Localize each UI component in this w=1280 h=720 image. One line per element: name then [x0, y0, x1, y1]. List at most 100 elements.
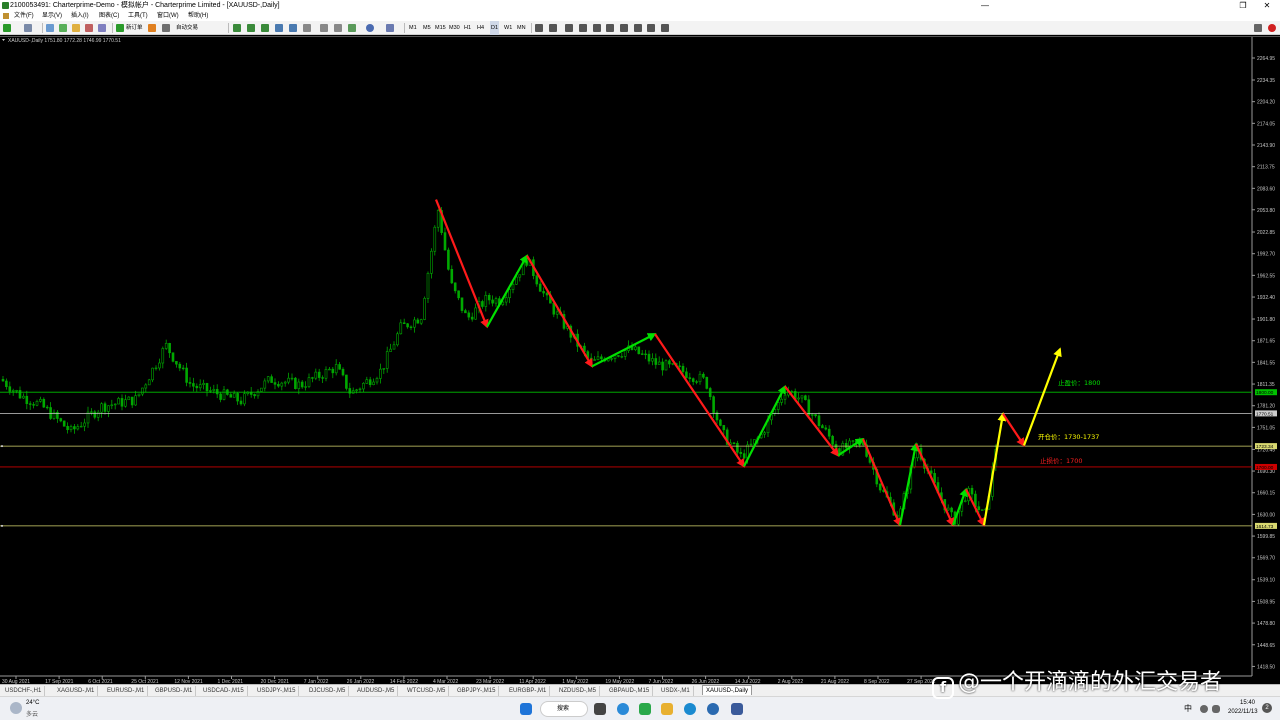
bar-chart-icon[interactable]	[233, 24, 241, 32]
chart-canvas[interactable]: XAUUSD-,Daily 1751.80 1772.28 1746.99 17…	[0, 36, 1280, 685]
auto-trading-button[interactable]: 自动交易	[176, 21, 198, 35]
trendline-icon[interactable]	[593, 24, 601, 32]
tester-icon[interactable]	[98, 24, 106, 32]
candle	[399, 319, 403, 335]
timeframe-w1[interactable]: W1	[504, 21, 512, 35]
volume-icon[interactable]	[1212, 705, 1220, 713]
candle	[120, 394, 124, 411]
zoom-in-icon[interactable]	[275, 24, 283, 32]
navigator-icon[interactable]	[72, 24, 80, 32]
restore-button[interactable]: ❐	[1234, 0, 1252, 11]
task-view-icon[interactable]	[594, 703, 606, 715]
close-button[interactable]: ✕	[1258, 0, 1276, 11]
clock-date[interactable]: 2022/11/13	[1228, 709, 1258, 715]
timeframe-h1[interactable]: H1	[464, 21, 471, 35]
tab-xauusd-daily[interactable]: XAUUSD-,Daily	[702, 685, 753, 695]
profiles-icon[interactable]	[24, 24, 32, 32]
new-chart-icon[interactable]	[3, 24, 11, 32]
timeframe-m15[interactable]: M15	[435, 21, 446, 35]
horizontal-line-icon[interactable]	[579, 24, 587, 32]
clock-time[interactable]: 15:40	[1240, 700, 1255, 706]
timeframe-m1[interactable]: M1	[409, 21, 417, 35]
candle	[304, 381, 307, 391]
timeframe-m5[interactable]: M5	[423, 21, 431, 35]
candle	[192, 377, 195, 392]
wave-arrow-down	[914, 443, 955, 527]
periods-icon[interactable]	[366, 24, 374, 32]
wechat-icon[interactable]	[639, 703, 651, 715]
tab-usdchf-h1[interactable]: USDCHF-,H1	[2, 686, 46, 696]
weather-temp[interactable]: 24°C	[26, 700, 39, 706]
autoscroll-icon[interactable]	[320, 24, 328, 32]
vertical-line-icon[interactable]	[565, 24, 573, 32]
tab-eurgbp-m1[interactable]: EURGBP-,M1	[506, 686, 551, 696]
autotrading-icon[interactable]	[162, 24, 170, 32]
explorer-icon[interactable]	[661, 703, 673, 715]
taskbar-search[interactable]: 搜索	[540, 701, 588, 717]
candle	[620, 352, 624, 359]
fibonacci-icon[interactable]	[620, 24, 628, 32]
tab-audusd-m5[interactable]: AUDUSD-,M5	[354, 686, 399, 696]
zoom-out-icon[interactable]	[289, 24, 297, 32]
cursor-icon[interactable]	[535, 24, 543, 32]
metatrader-icon[interactable]	[731, 703, 743, 715]
tab-gbpaud-m15[interactable]: GBPAUD-,M15	[606, 686, 654, 696]
price-chart[interactable]: XAUUSD-,Daily 1751.80 1772.28 1746.99 17…	[0, 36, 1280, 685]
notification-badge-icon[interactable]: 2	[1262, 703, 1272, 713]
timeframe-d1[interactable]: D1	[490, 21, 500, 35]
indicators-icon[interactable]	[348, 24, 356, 32]
text-label-icon[interactable]	[647, 24, 655, 32]
crosshair-icon[interactable]	[549, 24, 557, 32]
timeframe-m30[interactable]: M30	[449, 21, 460, 35]
weather-icon[interactable]	[10, 702, 22, 714]
terminal-icon[interactable]	[85, 24, 93, 32]
edge-icon[interactable]	[617, 703, 629, 715]
tab-eurusd-m1[interactable]: EURUSD-,M1	[104, 686, 149, 696]
chart-shift-icon[interactable]	[334, 24, 342, 32]
candle	[127, 396, 131, 401]
arrows-icon[interactable]	[661, 24, 669, 32]
chrome-icon[interactable]	[707, 703, 719, 715]
metaeditor-icon[interactable]	[148, 24, 156, 32]
menu-view[interactable]: 显示(V)	[42, 11, 62, 21]
market-watch-icon[interactable]	[46, 24, 54, 32]
candle	[222, 386, 226, 401]
menu-charts[interactable]: 图表(C)	[99, 11, 119, 21]
start-icon[interactable]	[520, 703, 532, 715]
open-price-line-tag-label: 1723.34	[1256, 444, 1274, 450]
tab-wtcusd-m5[interactable]: WTCUSD-,M5	[404, 686, 450, 696]
browser-icon[interactable]	[684, 703, 696, 715]
candle	[168, 342, 171, 358]
notification-icon[interactable]	[1268, 24, 1276, 32]
new-order-icon[interactable]	[116, 24, 124, 32]
timeframe-h4[interactable]: H4	[477, 21, 484, 35]
tab-gbpjpy-m15[interactable]: GBPJPY-,M15	[454, 686, 500, 696]
timeframe-mn[interactable]: MN	[517, 21, 526, 35]
tab-usdcad-m15[interactable]: USDCAD-,M15	[200, 686, 248, 696]
candlestick-icon[interactable]	[247, 24, 255, 32]
tab-usdjpy-m15[interactable]: USDJPY-,M15	[254, 686, 300, 696]
new-order-button[interactable]: 新订单	[126, 21, 143, 35]
menu-help[interactable]: 帮助(H)	[188, 11, 208, 21]
chart-menu-icon[interactable]	[2, 39, 5, 41]
tab-usdx-m1[interactable]: USDX-,M1	[658, 686, 694, 696]
menu-file[interactable]: 文件(F)	[14, 11, 34, 21]
wifi-icon[interactable]	[1200, 705, 1208, 713]
menu-tools[interactable]: 工具(T)	[128, 11, 148, 21]
search-icon[interactable]	[1254, 24, 1262, 32]
templates-icon[interactable]	[386, 24, 394, 32]
menu-insert[interactable]: 插入(I)	[71, 11, 89, 21]
tab-gbpusd-m1[interactable]: GBPUSD-,M1	[152, 686, 197, 696]
tab-xagusd-m1[interactable]: XAGUSD-,M1	[54, 686, 99, 696]
menu-window[interactable]: 窗口(W)	[157, 11, 179, 21]
text-tool-icon[interactable]	[634, 24, 642, 32]
minimize-button[interactable]: —	[976, 0, 994, 11]
candle	[25, 390, 29, 410]
line-chart-icon[interactable]	[261, 24, 269, 32]
ime-indicator[interactable]: 中	[1184, 703, 1192, 714]
data-window-icon[interactable]	[59, 24, 67, 32]
equidistant-channel-icon[interactable]	[606, 24, 614, 32]
tab-djcusd-m5[interactable]: DJCUSD-,M5	[306, 686, 350, 696]
tile-windows-icon[interactable]	[303, 24, 311, 32]
tab-nzdusd-m5[interactable]: NZDUSD-,M5	[556, 686, 600, 696]
